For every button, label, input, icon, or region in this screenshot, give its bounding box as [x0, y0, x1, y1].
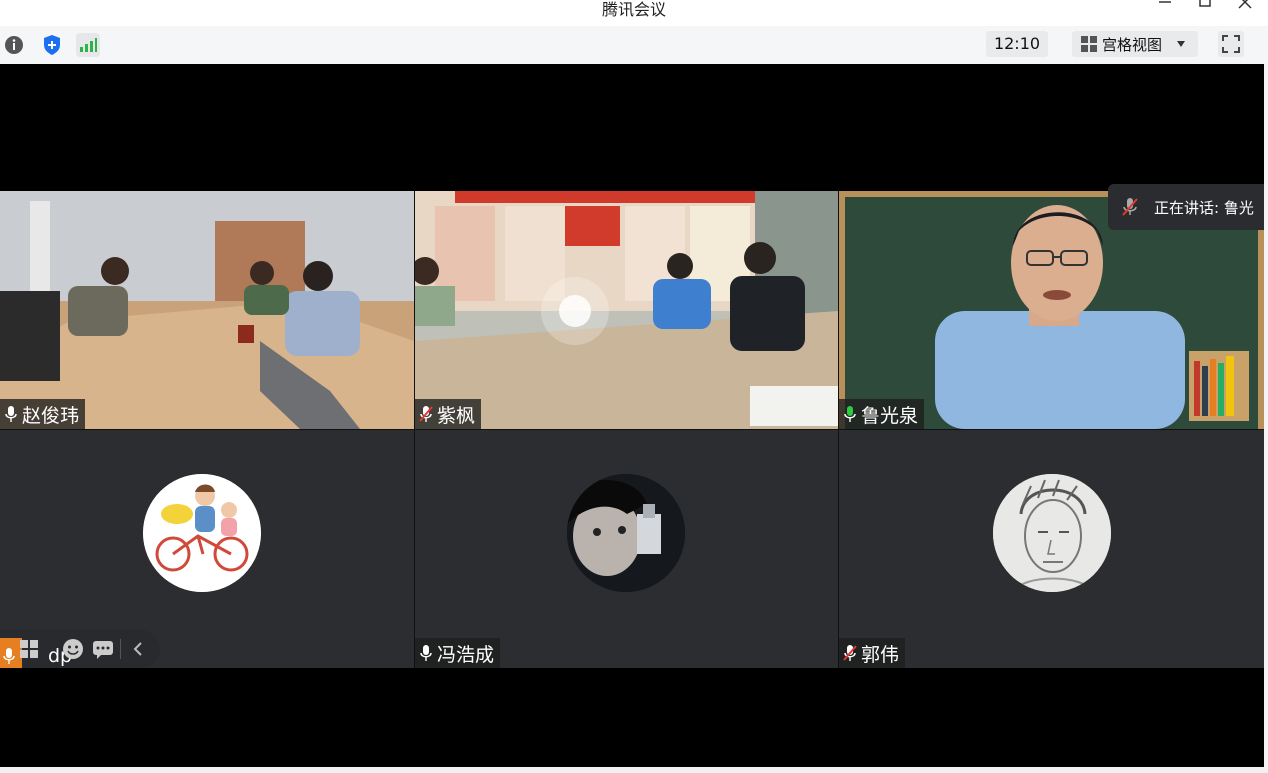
- participant-name: 郭伟: [861, 643, 900, 666]
- info-icon[interactable]: [2, 33, 26, 57]
- shield-icon[interactable]: [40, 33, 64, 57]
- participant-name-bar: 冯浩成: [415, 638, 501, 668]
- avatar-tile-5[interactable]: 冯浩成: [415, 430, 838, 668]
- participant-name-bar: 郭伟: [839, 638, 906, 668]
- mic-icon: [0, 647, 18, 665]
- participant-name: 紫枫: [437, 404, 476, 427]
- participant-avatar: [567, 474, 685, 592]
- speaking-label: 正在讲话: 鲁光: [1154, 198, 1254, 217]
- maximize-icon[interactable]: [1195, 0, 1215, 14]
- participant-name: 赵俊玮: [22, 404, 80, 427]
- meeting-toolbar: 12:10 宫格视图: [0, 26, 1268, 65]
- mini-control-bar: dp: [0, 630, 160, 668]
- view-mode-dropdown[interactable]: 宫格视图: [1072, 31, 1198, 57]
- grid-icon: [1080, 35, 1098, 53]
- signal-bars-icon[interactable]: [76, 33, 100, 57]
- meeting-room-video: [0, 191, 414, 429]
- chevron-down-icon: [1176, 40, 1186, 48]
- video-tile-2[interactable]: 紫枫: [415, 191, 838, 429]
- minimize-icon[interactable]: [1155, 0, 1175, 14]
- mic-speaking-icon: [841, 403, 859, 425]
- participant-name-bar: 鲁光泉: [839, 399, 925, 429]
- video-tile-1[interactable]: 赵俊玮: [0, 191, 414, 429]
- participant-name: 冯浩成: [437, 643, 495, 666]
- conference-room-video: [415, 191, 838, 429]
- collapse-chevron-icon[interactable]: [130, 639, 146, 663]
- window-edge: [0, 767, 1268, 773]
- chat-icon[interactable]: [92, 638, 114, 664]
- fullscreen-icon[interactable]: [1218, 31, 1244, 57]
- avatar-tile-6[interactable]: 郭伟: [839, 430, 1264, 668]
- tile-divider: [0, 429, 1264, 430]
- mic-icon: [2, 403, 20, 425]
- divider: [120, 639, 121, 659]
- participant-name-bar: 紫枫: [415, 399, 482, 429]
- participant-avatar: [143, 474, 261, 592]
- emoji-icon[interactable]: [62, 638, 84, 664]
- window-titlebar: 腾讯会议: [0, 0, 1268, 26]
- window-title: 腾讯会议: [601, 0, 666, 19]
- speaking-indicator: 正在讲话: 鲁光: [1108, 184, 1268, 230]
- window-edge: [1264, 64, 1268, 767]
- mic-muted-icon: [841, 642, 859, 664]
- participant-name: 鲁光泉: [861, 404, 919, 427]
- close-icon[interactable]: [1235, 0, 1255, 14]
- mic-muted-icon: [1122, 197, 1138, 217]
- meeting-time: 12:10: [986, 31, 1048, 57]
- grid-icon[interactable]: [18, 638, 40, 664]
- participant-avatar: [993, 474, 1111, 592]
- mic-icon: [417, 642, 435, 664]
- video-stage: 赵俊玮 紫枫 鲁光泉 冯浩成 郭伟: [0, 64, 1264, 767]
- view-mode-label: 宫格视图: [1102, 35, 1163, 54]
- participant-name-bar: 赵俊玮: [0, 399, 86, 429]
- mic-muted-icon: [417, 403, 435, 425]
